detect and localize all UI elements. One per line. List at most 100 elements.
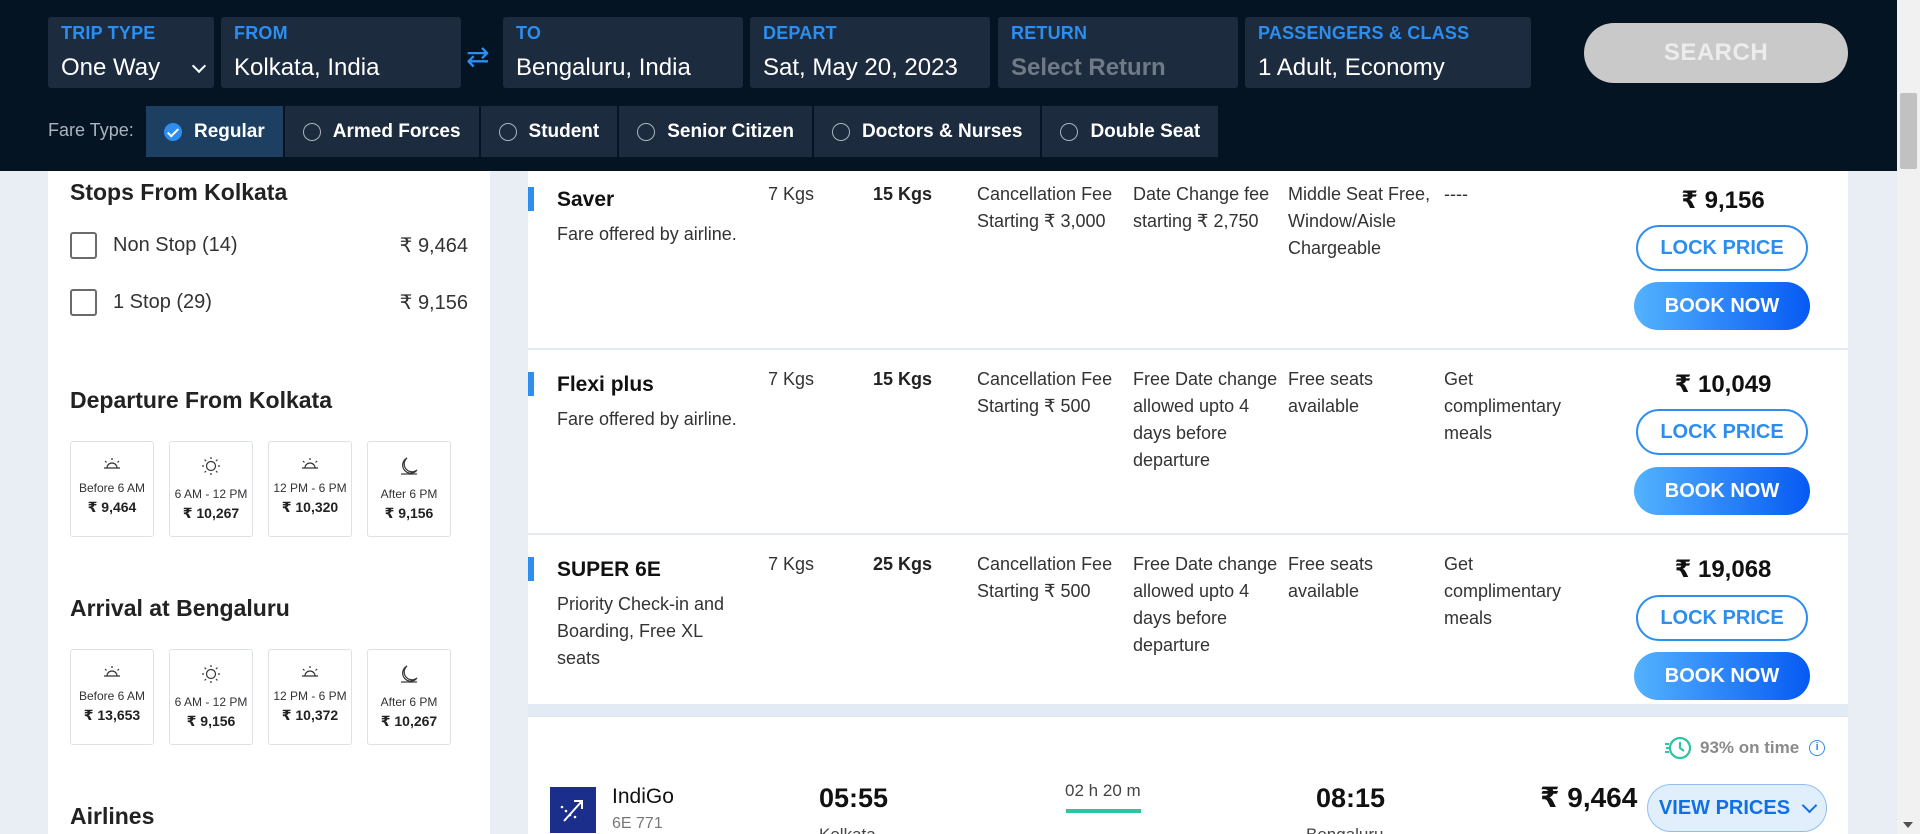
slot-price: ₹ 9,464: [87, 499, 137, 515]
depart-value: Sat, May 20, 2023: [763, 54, 958, 81]
radio-icon: [498, 122, 517, 141]
sunrise-icon: [104, 458, 120, 469]
slot-label: After 6 PM: [380, 487, 438, 501]
fare-desc: Fare offered by airline.: [557, 224, 737, 244]
departure-slot-12pm-6pm[interactable]: 12 PM - 6 PM ₹ 10,320: [268, 441, 352, 537]
search-button[interactable]: SEARCH: [1584, 23, 1848, 83]
to-field[interactable]: TO Bengaluru, India: [503, 17, 743, 88]
passengers-label: PASSENGERS & CLASS: [1258, 23, 1470, 43]
lock-price-button[interactable]: LOCK PRICE: [1636, 409, 1808, 455]
return-placeholder: Select Return: [1011, 54, 1166, 81]
fare-type-option-label: Regular: [194, 120, 265, 142]
return-label: RETURN: [1011, 23, 1088, 43]
departure-slot-6am-12pm[interactable]: 6 AM - 12 PM ₹ 10,267: [169, 441, 253, 537]
departure-slot-before-6am[interactable]: Before 6 AM ₹ 9,464: [70, 441, 154, 537]
stop-label: 1 Stop (29): [113, 290, 212, 313]
cabin-baggage: 7 Kgs: [768, 369, 815, 389]
departure-time-grid: Before 6 AM ₹ 9,464 6 AM - 12 PM ₹ 10,26…: [70, 441, 451, 537]
seat-policy: Middle Seat Free, Window/Aisle Chargeabl…: [1288, 184, 1431, 258]
scrollbar-thumb[interactable]: [1900, 93, 1917, 169]
arrival-city: Bengaluru: [1306, 825, 1384, 834]
stop-label: Non Stop (14): [113, 233, 238, 256]
on-time-badge: 93% on time i: [1664, 735, 1826, 761]
lock-price-button[interactable]: LOCK PRICE: [1636, 225, 1808, 271]
arrival-slot-after-6pm[interactable]: After 6 PM ₹ 10,267: [367, 649, 451, 745]
chevron-down-icon: [1801, 797, 1818, 813]
moon-icon: [401, 665, 418, 683]
fare-marker: [528, 372, 534, 396]
fare-type-doctors-nurses[interactable]: Doctors & Nurses: [813, 106, 1043, 157]
arrival-title: Arrival at Bengaluru: [70, 595, 290, 621]
slot-label: 12 PM - 6 PM: [273, 481, 347, 495]
fare-type-option-label: Double Seat: [1090, 120, 1201, 142]
departure-slot-after-6pm[interactable]: After 6 PM ₹ 9,156: [367, 441, 451, 537]
lock-price-button[interactable]: LOCK PRICE: [1636, 595, 1808, 641]
duration-hours-unit: h: [1088, 781, 1099, 800]
departure-title: Departure From Kolkata: [70, 387, 333, 413]
depart-field[interactable]: DEPART Sat, May 20, 2023: [750, 17, 990, 88]
fare-option-saver: Saver Fare offered by airline. 7 Kgs 15 …: [528, 171, 1848, 348]
trip-type-select[interactable]: TRIP TYPE One Way: [48, 17, 214, 88]
arrival-time: 08:15: [1316, 783, 1386, 813]
book-now-button[interactable]: BOOK NOW: [1634, 652, 1810, 700]
book-now-button[interactable]: BOOK NOW: [1634, 467, 1810, 515]
arrival-time-grid: Before 6 AM ₹ 13,653 6 AM - 12 PM ₹ 9,15…: [70, 649, 451, 745]
fare-type-armed-forces[interactable]: Armed Forces: [284, 106, 481, 157]
sunset-icon: [302, 458, 318, 469]
stop-filter-non-stop[interactable]: Non Stop (14) ₹ 9,464: [70, 230, 468, 260]
view-prices-button[interactable]: VIEW PRICES: [1647, 784, 1827, 832]
filters-sidebar: Stops From Kolkata Non Stop (14) ₹ 9,464…: [48, 171, 490, 834]
view-prices-label: VIEW PRICES: [1658, 796, 1791, 819]
slot-price: ₹ 10,320: [281, 499, 339, 515]
to-label: TO: [516, 23, 542, 43]
fare-type-senior-citizen[interactable]: Senior Citizen: [619, 106, 814, 157]
page-scrollbar[interactable]: [1897, 0, 1920, 834]
seat-policy: Free seats available: [1288, 369, 1374, 416]
book-now-button[interactable]: BOOK NOW: [1634, 282, 1810, 330]
arrival-slot-before-6am[interactable]: Before 6 AM ₹ 13,653: [70, 649, 154, 745]
on-time-text: 93% on time: [1700, 738, 1800, 757]
passengers-value: 1 Adult, Economy: [1258, 54, 1445, 81]
fare-type-student[interactable]: Student: [480, 106, 620, 157]
arrival-slot-12pm-6pm[interactable]: 12 PM - 6 PM ₹ 10,372: [268, 649, 352, 745]
checkin-baggage: 15 Kgs: [873, 184, 933, 204]
moon-icon: [401, 457, 418, 475]
results-main: Saver Fare offered by airline. 7 Kgs 15 …: [528, 171, 1848, 834]
fare-price: ₹ 9,156: [1681, 187, 1765, 214]
radio-icon: [1060, 122, 1079, 141]
stops-title: Stops From Kolkata: [70, 179, 288, 205]
cabin-baggage: 7 Kgs: [768, 184, 815, 204]
stop-price: ₹ 9,156: [399, 291, 468, 314]
fare-type-double-seat[interactable]: Double Seat: [1042, 106, 1221, 157]
arrival-slot-6am-12pm[interactable]: 6 AM - 12 PM ₹ 9,156: [169, 649, 253, 745]
fare-marker: [528, 557, 534, 581]
indigo-logo-icon: [560, 800, 583, 822]
flight-price: ₹ 9,464: [1540, 782, 1638, 813]
departure-time: 05:55: [819, 783, 889, 813]
flight-number: 6E 771: [612, 815, 663, 832]
info-icon[interactable]: i: [1809, 740, 1826, 756]
return-field[interactable]: RETURN Select Return: [998, 17, 1238, 88]
to-value: Bengaluru, India: [516, 54, 691, 81]
swap-icon[interactable]: ⇄: [466, 40, 489, 73]
slot-price: ₹ 10,267: [182, 505, 240, 521]
from-field[interactable]: FROM Kolkata, India: [221, 17, 461, 88]
flight-card[interactable]: 93% on time i IndiGo 6E 771 05:55 Kolkat…: [528, 716, 1848, 834]
fare-desc: Fare offered by airline.: [557, 409, 737, 429]
slot-price: ₹ 13,653: [83, 707, 141, 723]
fare-desc: Priority Check-in and Boarding, Free XL …: [557, 594, 725, 668]
checkbox[interactable]: [70, 231, 97, 259]
fare-option-super-6e: SUPER 6E Priority Check-in and Boarding,…: [528, 535, 1848, 704]
date-change: Free Date change allowed upto 4 days bef…: [1133, 369, 1278, 470]
radio-icon: [302, 122, 321, 141]
fare-option-flexi-plus: Flexi plus Fare offered by airline. 7 Kg…: [528, 350, 1848, 533]
checkbox[interactable]: [70, 288, 97, 316]
duration-hours: 02: [1065, 781, 1084, 800]
fare-price: ₹ 10,049: [1674, 371, 1772, 398]
stop-filter-one-stop[interactable]: 1 Stop (29) ₹ 9,156: [70, 287, 468, 317]
duration-minutes-unit: m: [1126, 781, 1141, 800]
passengers-field[interactable]: PASSENGERS & CLASS 1 Adult, Economy: [1245, 17, 1531, 88]
fare-type-regular[interactable]: Regular: [146, 106, 285, 157]
scroll-down-icon[interactable]: [1903, 822, 1913, 828]
sunset-icon: [302, 666, 318, 677]
